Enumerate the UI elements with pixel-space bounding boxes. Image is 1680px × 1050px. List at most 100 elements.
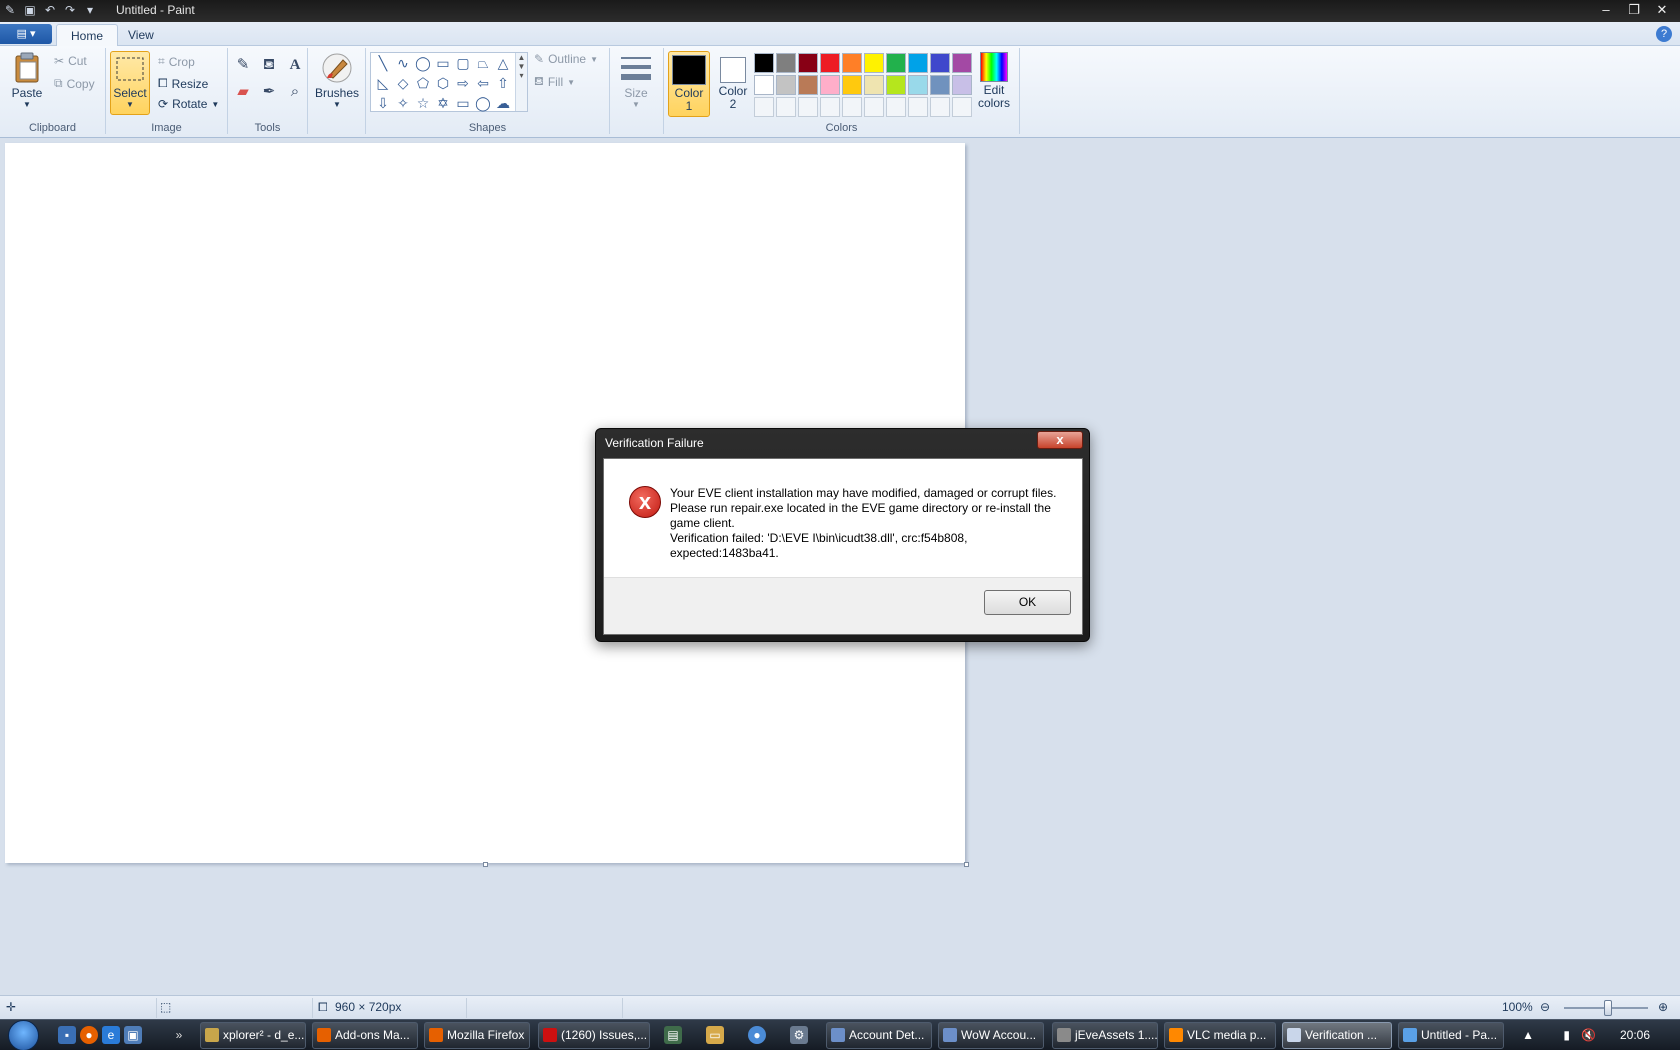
- zoom-out-icon[interactable]: ⊖: [1540, 1000, 1550, 1014]
- palette-swatch[interactable]: [842, 53, 862, 73]
- redo-icon[interactable]: ↷: [62, 2, 78, 18]
- minimize-icon[interactable]: –: [1592, 0, 1620, 20]
- palette-swatch[interactable]: [930, 75, 950, 95]
- save-icon[interactable]: ▣: [22, 2, 38, 18]
- taskbar-button[interactable]: xplorer² - d_e...: [200, 1022, 306, 1049]
- palette-swatch[interactable]: [820, 75, 840, 95]
- palette-swatch[interactable]: [864, 53, 884, 73]
- internet-explorer-icon[interactable]: e: [102, 1026, 120, 1044]
- oval-shape-icon[interactable]: ◯: [413, 53, 433, 73]
- rectangle-shape-icon[interactable]: ▭: [433, 53, 453, 73]
- palette-swatch[interactable]: [754, 53, 774, 73]
- palette-swatch[interactable]: [820, 53, 840, 73]
- pencil-icon[interactable]: ✎: [232, 54, 254, 76]
- ok-button[interactable]: OK: [984, 590, 1071, 615]
- folder-icon[interactable]: ▭: [706, 1026, 724, 1044]
- network-tool-icon[interactable]: ⚙: [790, 1026, 808, 1044]
- app-launcher-icon[interactable]: ▣: [124, 1026, 142, 1044]
- palette-swatch-empty[interactable]: [776, 97, 796, 117]
- palette-swatch[interactable]: [908, 53, 928, 73]
- palette-swatch-empty[interactable]: [842, 97, 862, 117]
- triangle-shape-icon[interactable]: △: [493, 53, 513, 73]
- palette-swatch[interactable]: [886, 75, 906, 95]
- palette-swatch[interactable]: [842, 75, 862, 95]
- palette-swatch-empty[interactable]: [908, 97, 928, 117]
- customize-icon[interactable]: ▾: [82, 2, 98, 18]
- resize-handle-corner[interactable]: [964, 862, 969, 867]
- palette-swatch-empty[interactable]: [820, 97, 840, 117]
- brushes-button[interactable]: Brushes ▼: [314, 52, 360, 109]
- palette-swatch-empty[interactable]: [886, 97, 906, 117]
- palette-swatch[interactable]: [864, 75, 884, 95]
- shapes-scroll[interactable]: ▲ ▼ ▾: [515, 53, 527, 111]
- hexagon-shape-icon[interactable]: ⬡: [433, 73, 453, 93]
- taskbar-button[interactable]: Verification ...: [1282, 1022, 1392, 1049]
- palette-swatch-empty[interactable]: [864, 97, 884, 117]
- five-point-star-shape-icon[interactable]: ☆: [413, 93, 433, 113]
- close-icon[interactable]: ✕: [1648, 0, 1676, 20]
- palette-swatch[interactable]: [952, 53, 972, 73]
- rounded-rectangle-shape-icon[interactable]: ▢: [453, 53, 473, 73]
- taskbar-button[interactable]: VLC media p...: [1164, 1022, 1276, 1049]
- crop-button[interactable]: ⌗ Crop: [158, 54, 195, 69]
- taskbar-button[interactable]: Mozilla Firefox: [424, 1022, 530, 1049]
- palette-swatch-empty[interactable]: [754, 97, 774, 117]
- cut-button[interactable]: ✂ Cut: [54, 54, 87, 68]
- cloud-callout-shape-icon[interactable]: ☁: [493, 93, 513, 113]
- up-arrow-shape-icon[interactable]: ⇧: [493, 73, 513, 93]
- palette-swatch[interactable]: [930, 53, 950, 73]
- select-button[interactable]: Select ▼: [110, 51, 150, 115]
- down-arrow-shape-icon[interactable]: ⇩: [373, 93, 393, 113]
- fill-button[interactable]: ⛾ Fill ▼: [534, 74, 575, 90]
- taskbar-button[interactable]: jEveAssets 1....: [1052, 1022, 1158, 1049]
- edit-colors-button[interactable]: Edit colors: [972, 52, 1016, 110]
- palette-swatch[interactable]: [952, 75, 972, 95]
- palette-swatch[interactable]: [798, 75, 818, 95]
- dialog-close-icon[interactable]: x: [1037, 431, 1083, 449]
- tab-view[interactable]: View: [114, 24, 168, 46]
- restore-icon[interactable]: ❐: [1620, 0, 1648, 20]
- polygon-shape-icon[interactable]: ⏢: [473, 53, 493, 73]
- taskbar-button[interactable]: WoW Accou...: [938, 1022, 1044, 1049]
- zoom-slider-thumb[interactable]: [1604, 1000, 1612, 1016]
- tab-home[interactable]: Home: [56, 24, 119, 46]
- tray-expand-icon[interactable]: ▲: [1522, 1028, 1534, 1042]
- fill-icon[interactable]: ⛾: [258, 54, 280, 76]
- six-point-star-shape-icon[interactable]: ✡: [433, 93, 453, 113]
- palette-swatch[interactable]: [886, 53, 906, 73]
- rounded-callout-shape-icon[interactable]: ▭: [453, 93, 473, 113]
- eraser-icon[interactable]: ▰: [232, 81, 254, 103]
- rotate-button[interactable]: ⟳ Rotate ▼: [158, 97, 219, 111]
- undo-icon[interactable]: ↶: [42, 2, 58, 18]
- palette-swatch-empty[interactable]: [798, 97, 818, 117]
- quick-launch-overflow-icon[interactable]: »: [170, 1026, 188, 1044]
- palette-swatch-empty[interactable]: [952, 97, 972, 117]
- paste-button[interactable]: Paste ▼: [8, 52, 46, 109]
- resize-button[interactable]: ⧠ Resize: [158, 76, 208, 91]
- taskbar-button[interactable]: Add-ons Ma...: [312, 1022, 418, 1049]
- paint-menu-button[interactable]: ▤ ▾: [0, 24, 52, 44]
- palette-swatch[interactable]: [776, 75, 796, 95]
- taskbar-button[interactable]: (1260) Issues,...: [538, 1022, 650, 1049]
- magnifier-icon[interactable]: ⌕: [284, 81, 306, 103]
- size-button[interactable]: Size ▼: [618, 52, 654, 109]
- palette-swatch[interactable]: [908, 75, 928, 95]
- taskbar-button[interactable]: Account Det...: [826, 1022, 932, 1049]
- outline-button[interactable]: ✎ Outline ▼: [534, 52, 598, 66]
- firefox-icon[interactable]: ●: [80, 1026, 98, 1044]
- palette-swatch[interactable]: [798, 53, 818, 73]
- line-shape-icon[interactable]: ╲: [373, 53, 393, 73]
- oval-callout-shape-icon[interactable]: ◯: [473, 93, 493, 113]
- paint-icon[interactable]: ✎: [2, 2, 18, 18]
- palette-swatch[interactable]: [754, 75, 774, 95]
- four-point-star-shape-icon[interactable]: ✧: [393, 93, 413, 113]
- taskbar-button[interactable]: Untitled - Pa...: [1398, 1022, 1504, 1049]
- network-icon[interactable]: ▮: [1563, 1028, 1570, 1042]
- palette-swatch[interactable]: [776, 53, 796, 73]
- left-arrow-shape-icon[interactable]: ⇦: [473, 73, 493, 93]
- pentagon-shape-icon[interactable]: ⬠: [413, 73, 433, 93]
- color2-button[interactable]: Color 2: [712, 51, 754, 117]
- resize-handle-bottom[interactable]: [483, 862, 488, 867]
- tray-app-icon[interactable]: ▤: [664, 1026, 682, 1044]
- steam-icon[interactable]: ●: [748, 1026, 766, 1044]
